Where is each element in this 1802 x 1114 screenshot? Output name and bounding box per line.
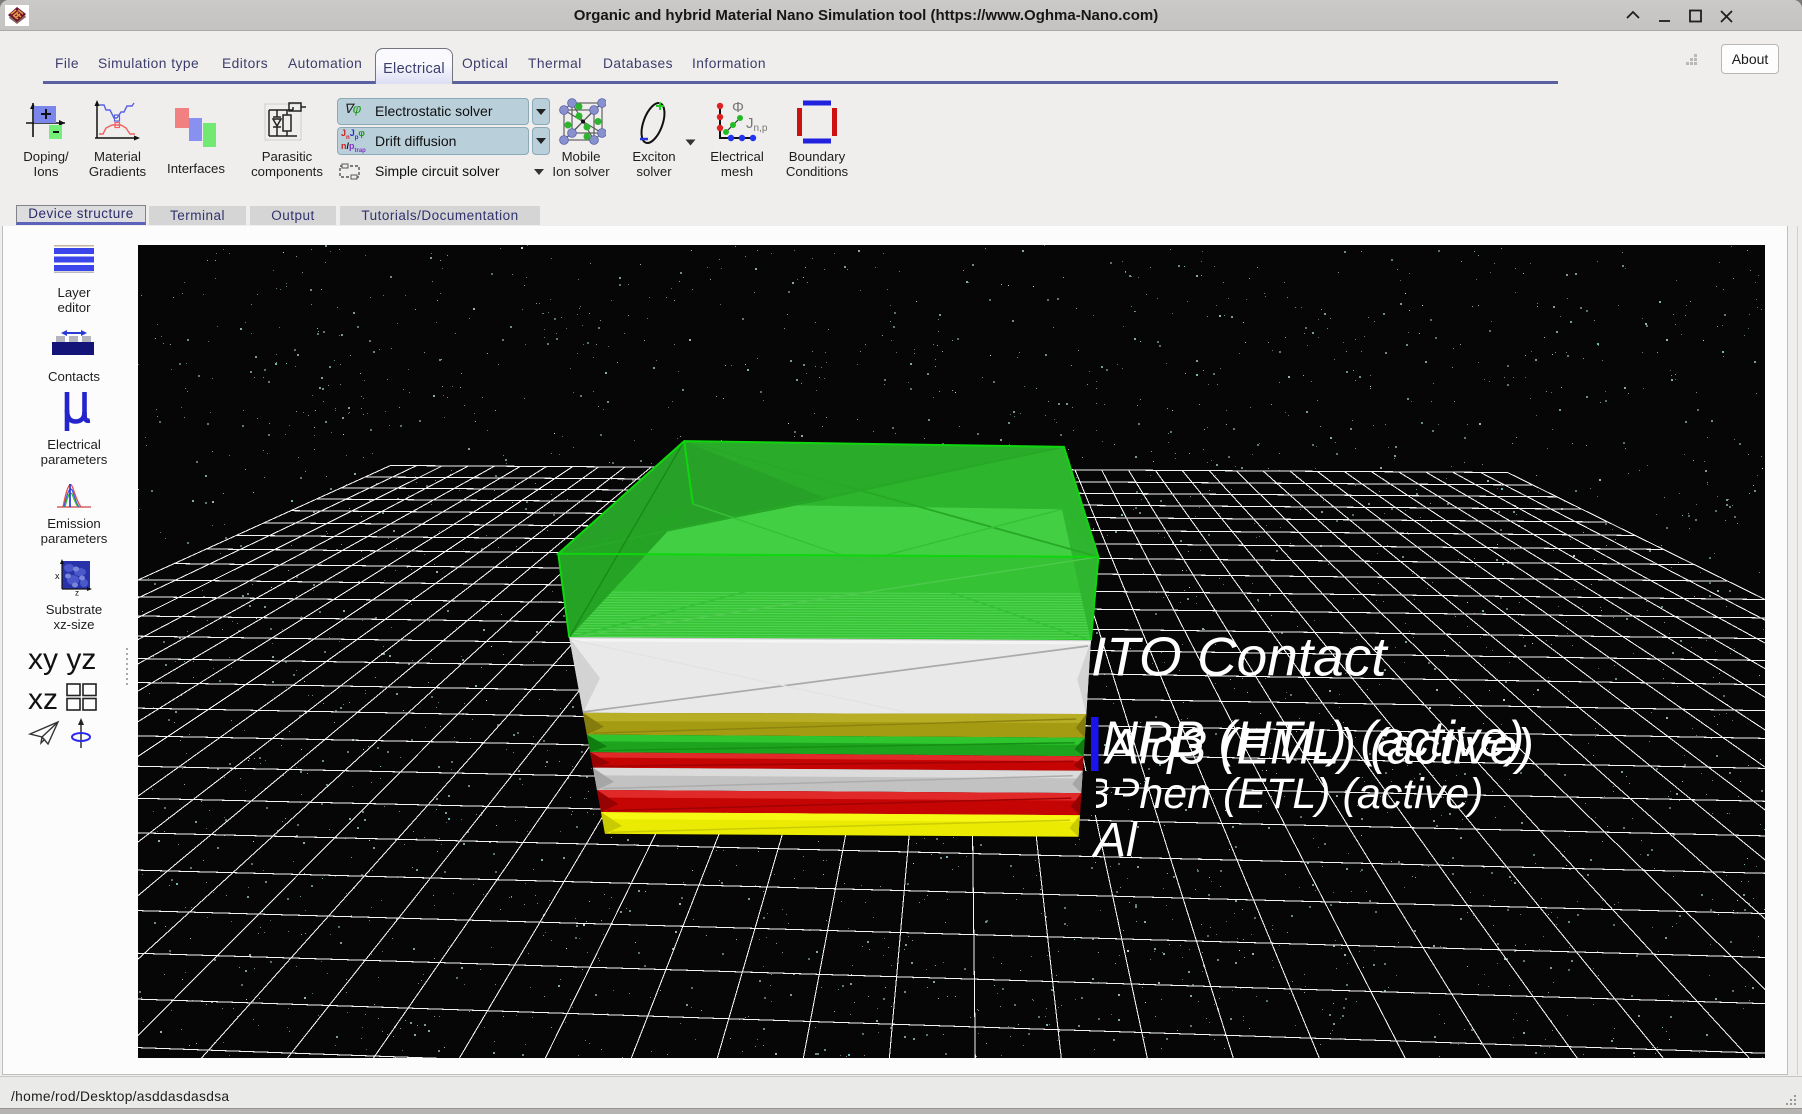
svg-text:Φ: Φ: [732, 100, 744, 116]
svg-text:BPhen (ETL) (active): BPhen (ETL) (active): [1082, 770, 1483, 818]
svg-text:ITO Contact: ITO Contact: [1091, 626, 1389, 688]
svg-text:z: z: [75, 589, 79, 597]
svg-text:x: x: [55, 571, 60, 581]
svg-text:Al: Al: [1091, 814, 1138, 867]
svg-text:Jn,p: Jn,p: [746, 115, 768, 134]
svg-text:Alq3 (EML) (active): Alq3 (EML) (active): [1103, 719, 1534, 775]
